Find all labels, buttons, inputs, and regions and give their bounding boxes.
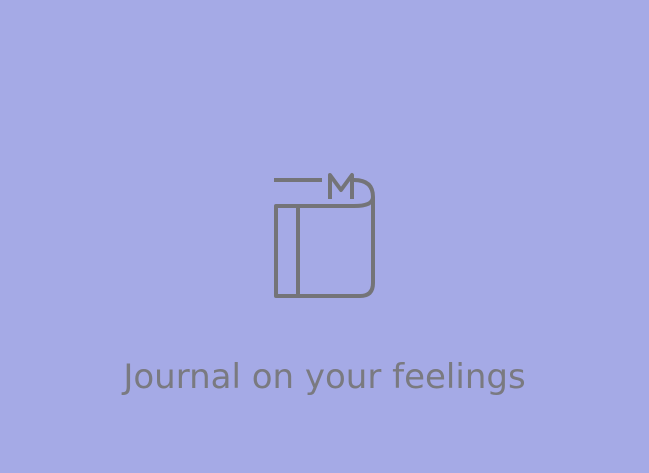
caption-text: Journal on your feelings (123, 357, 526, 397)
journal-book-icon (270, 171, 378, 301)
journal-tile[interactable]: Journal on your feelings (0, 0, 649, 473)
